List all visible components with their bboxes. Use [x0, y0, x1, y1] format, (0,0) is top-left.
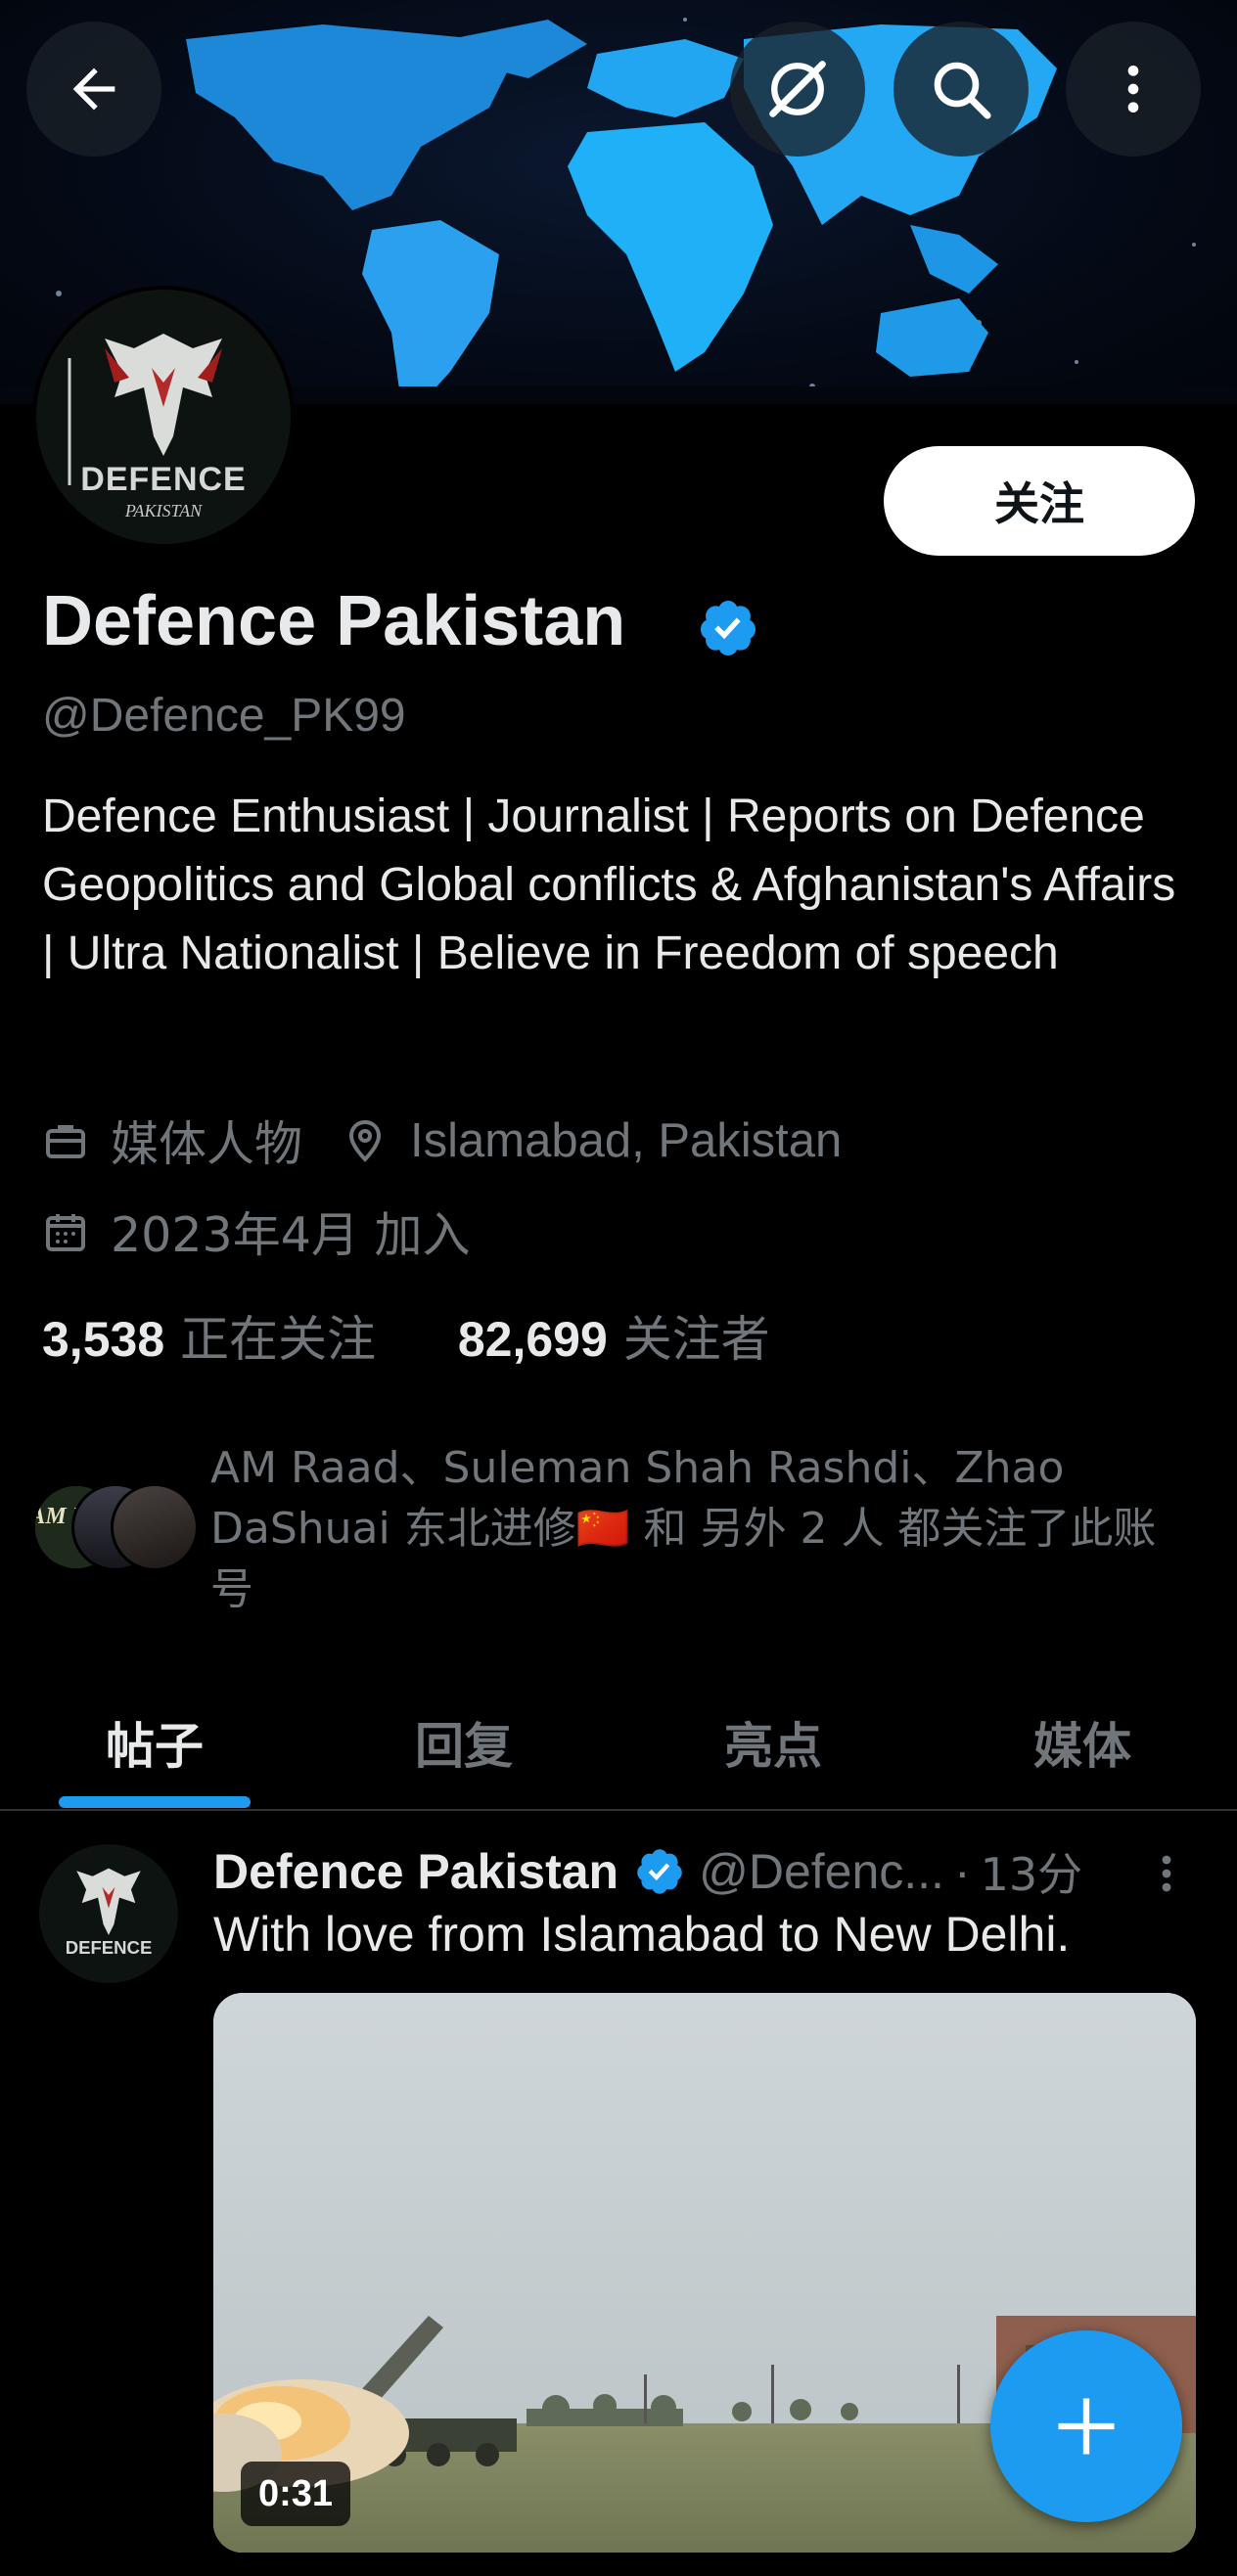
tab-replies[interactable]: 回复	[309, 1675, 618, 1810]
followers-link[interactable]: 82,699 关注者	[458, 1311, 770, 1368]
followers-label: 关注者	[622, 1311, 770, 1368]
following-count: 3,538	[42, 1312, 165, 1367]
follow-button[interactable]: 关注	[884, 446, 1195, 556]
search-button[interactable]	[893, 22, 1029, 157]
post-author-name[interactable]: Defence Pakistan	[213, 1843, 618, 1900]
svg-text:DEFENCE: DEFENCE	[66, 1937, 153, 1958]
following-link[interactable]: 3,538 正在关注	[42, 1311, 391, 1368]
location-pin-icon	[349, 1119, 382, 1162]
profile-location: Islamabad, Pakistan	[410, 1113, 843, 1167]
profile-handle: @Defence_PK99	[42, 690, 406, 742]
grok-icon	[769, 61, 826, 117]
calendar-icon	[46, 1213, 85, 1251]
profile-avatar[interactable]: DEFENCE PAKISTAN	[32, 286, 295, 548]
followers-count: 82,699	[457, 1312, 608, 1367]
video-duration-badge: 0:31	[241, 2462, 351, 2526]
post-header: Defence Pakistan @Defenc... · 13分	[213, 1839, 1082, 1904]
profile-bio: Defence Enthusiast | Journalist | Report…	[42, 791, 1176, 979]
svg-text:PAKISTAN: PAKISTAN	[124, 501, 203, 520]
more-vertical-icon[interactable]	[1147, 1850, 1186, 1897]
tab-posts[interactable]: 帖子	[0, 1675, 309, 1810]
more-options-button[interactable]	[1066, 22, 1201, 157]
profile-category: 媒体人物	[111, 1116, 303, 1172]
defence-pakistan-logo: DEFENCE PAKISTAN	[36, 290, 291, 544]
divider	[0, 1809, 1237, 1811]
tab-highlights[interactable]: 亮点	[618, 1675, 928, 1810]
mutual-followers-avatars[interactable]: AM Raad	[32, 1483, 199, 1571]
search-icon	[934, 62, 991, 119]
briefcase-icon	[46, 1124, 85, 1158]
defence-pakistan-logo: DEFENCE	[39, 1844, 178, 1983]
post-author-handle[interactable]: @Defenc...	[699, 1843, 944, 1900]
post-text: With love from Islamabad to New Delhi.	[213, 1907, 1071, 1962]
profile-joined-date: 2023年4月 加入	[111, 1207, 471, 1263]
arrow-left-icon	[72, 68, 115, 111]
post-timestamp[interactable]: 13分	[981, 1839, 1083, 1904]
mutual-follower-avatar	[111, 1483, 199, 1571]
compose-post-button[interactable]	[990, 2330, 1182, 2522]
profile-meta-row: 媒体人物 Islamabad, Pakistan	[42, 1106, 842, 1175]
grok-button[interactable]	[730, 22, 865, 157]
tab-media[interactable]: 媒体	[928, 1675, 1237, 1810]
verified-badge-icon	[637, 1849, 682, 1894]
post-author-avatar[interactable]: DEFENCE	[39, 1844, 178, 1983]
follow-counts: 3,538 正在关注 82,699 关注者	[42, 1300, 770, 1371]
post-separator: ·	[953, 1844, 971, 1899]
verified-badge-icon[interactable]	[697, 597, 759, 659]
more-vertical-icon	[1127, 66, 1139, 113]
svg-text:DEFENCE: DEFENCE	[80, 461, 246, 498]
plus-icon	[1058, 2398, 1115, 2455]
profile-joined-row: 2023年4月 加入	[42, 1197, 470, 1266]
following-label: 正在关注	[180, 1311, 377, 1368]
mutual-followers-text[interactable]: AM Raad、Suleman Shah Rashdi、Zhao DaShuai…	[210, 1438, 1199, 1620]
display-name: Defence Pakistan	[42, 582, 626, 660]
profile-tabs: 帖子 回复 亮点 媒体	[0, 1675, 1237, 1810]
active-tab-indicator	[59, 1796, 251, 1808]
back-button[interactable]	[26, 22, 161, 157]
